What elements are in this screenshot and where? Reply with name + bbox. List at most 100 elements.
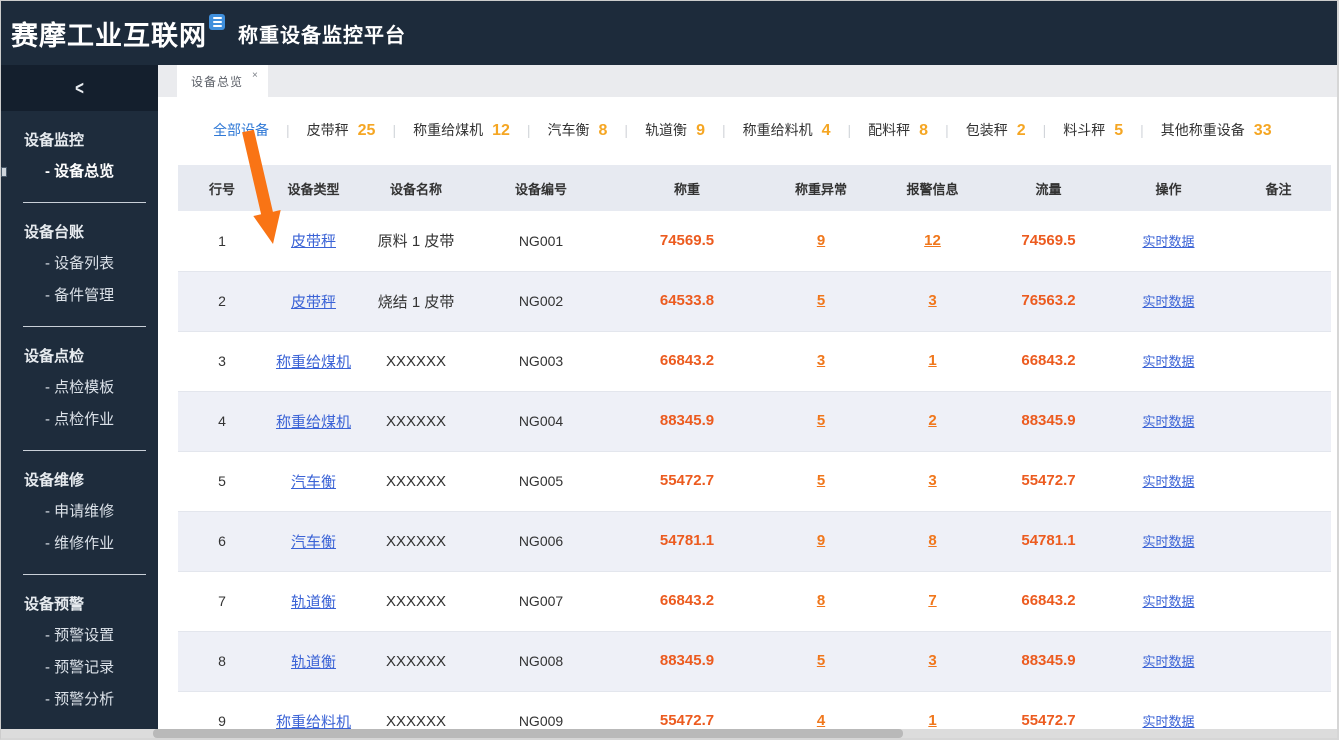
filter-category[interactable]: 其他称重设备 33 bbox=[1161, 120, 1272, 140]
abnormal-count-link[interactable]: 5 bbox=[817, 292, 825, 309]
abnormal-count-link[interactable]: 5 bbox=[817, 652, 825, 669]
flow-value: 74569.5 bbox=[1021, 231, 1076, 249]
realtime-data-link[interactable]: 实时数据 bbox=[1142, 474, 1194, 489]
sidebar-collapse-button[interactable]: < bbox=[1, 65, 158, 111]
abnormal-count-link[interactable]: 9 bbox=[817, 532, 825, 549]
sidebar-item[interactable]: - 点检模板 bbox=[1, 372, 158, 404]
filter-category[interactable]: 配料秤 8 bbox=[868, 120, 928, 140]
sidebar-section: 设备点检 - 点检模板 - 点检作业 bbox=[1, 327, 158, 444]
cell-device-name: 烧结 1 皮带 bbox=[361, 271, 471, 332]
abnormal-count-link[interactable]: 3 bbox=[817, 352, 825, 369]
sidebar-item[interactable]: - 预警设置 bbox=[1, 620, 158, 652]
weight-value: 66843.2 bbox=[659, 592, 715, 609]
filter-category[interactable]: 皮带秤 25 bbox=[307, 120, 376, 140]
sidebar-section-title[interactable]: 设备监控 bbox=[1, 126, 158, 156]
filter-category[interactable]: 称重给煤机 12 bbox=[413, 120, 510, 140]
device-type-link[interactable]: 称重给煤机 bbox=[276, 354, 351, 371]
abnormal-count-link[interactable]: 8 bbox=[817, 592, 825, 609]
sidebar-item[interactable]: - 预警分析 bbox=[1, 684, 158, 716]
filter-category-count: 12 bbox=[492, 122, 510, 139]
alarm-count-link[interactable]: 3 bbox=[928, 472, 936, 489]
sidebar-section-title[interactable]: 设备预警 bbox=[1, 590, 158, 620]
realtime-data-link[interactable]: 实时数据 bbox=[1142, 354, 1194, 369]
filter-category-label: 料斗秤 bbox=[1063, 122, 1106, 138]
realtime-data-link[interactable]: 实时数据 bbox=[1142, 594, 1194, 609]
brand-title: 赛摩工业互联网 bbox=[11, 20, 207, 51]
filter-category-count: 33 bbox=[1253, 122, 1272, 139]
cell-weight: 74569.5 bbox=[611, 211, 763, 272]
abnormal-count-link[interactable]: 9 bbox=[817, 232, 825, 249]
filter-category[interactable]: 轨道衡 9 bbox=[645, 120, 705, 140]
realtime-data-link[interactable]: 实时数据 bbox=[1142, 294, 1194, 309]
filter-category-count: 5 bbox=[1114, 122, 1124, 139]
sidebar-item[interactable]: - 预警记录 bbox=[1, 652, 158, 684]
filter-category-label: 汽车衡 bbox=[547, 122, 590, 138]
filter-separator: | bbox=[286, 122, 290, 138]
alarm-count-link[interactable]: 12 bbox=[924, 232, 941, 249]
cell-device-code: NG002 bbox=[471, 271, 611, 332]
horizontal-scrollbar-track[interactable] bbox=[1, 729, 1337, 738]
filter-category-label: 配料秤 bbox=[868, 122, 911, 138]
filter-category[interactable]: 汽车衡 8 bbox=[548, 120, 608, 140]
column-header: 设备名称 bbox=[361, 165, 471, 211]
active-item-marker bbox=[1, 167, 7, 177]
chevron-left-icon: < bbox=[75, 76, 84, 100]
tab-device-overview[interactable]: 设备总览 × bbox=[177, 65, 268, 97]
cell-remark bbox=[1226, 271, 1331, 332]
alarm-count-link[interactable]: 2 bbox=[928, 412, 936, 429]
device-type-link[interactable]: 皮带秤 bbox=[291, 233, 336, 250]
cell-action: 实时数据 bbox=[1111, 331, 1226, 392]
device-type-link[interactable]: 称重给煤机 bbox=[276, 414, 351, 431]
device-type-link[interactable]: 皮带秤 bbox=[291, 294, 336, 311]
flow-value: 55472.7 bbox=[1021, 712, 1076, 729]
sidebar-item[interactable]: - 设备总览 bbox=[1, 156, 158, 188]
realtime-data-link[interactable]: 实时数据 bbox=[1142, 414, 1194, 429]
filter-category[interactable]: 称重给料机 4 bbox=[743, 120, 831, 140]
realtime-data-link[interactable]: 实时数据 bbox=[1142, 234, 1194, 249]
device-type-link[interactable]: 称重给料机 bbox=[276, 714, 351, 731]
device-type-link[interactable]: 轨道衡 bbox=[291, 654, 336, 671]
sidebar-section-title[interactable]: 设备台账 bbox=[1, 218, 158, 248]
filter-all-devices[interactable]: 全部设备 bbox=[213, 120, 269, 140]
abnormal-count-link[interactable]: 5 bbox=[817, 412, 825, 429]
tab-label: 设备总览 bbox=[191, 74, 244, 89]
alarm-count-link[interactable]: 1 bbox=[928, 352, 936, 369]
sidebar-section-title[interactable]: 设备点检 bbox=[1, 342, 158, 372]
realtime-data-link[interactable]: 实时数据 bbox=[1142, 714, 1194, 729]
device-type-link[interactable]: 汽车衡 bbox=[291, 534, 336, 551]
sidebar-section-title[interactable]: 设备维修 bbox=[1, 466, 158, 496]
sidebar-section: 设备预警 - 预警设置 - 预警记录 - 预警分析 bbox=[1, 575, 158, 724]
cell-row-number: 2 bbox=[178, 271, 266, 332]
filter-category-label: 称重给煤机 bbox=[413, 122, 484, 138]
close-icon[interactable]: × bbox=[252, 70, 258, 81]
sidebar-item[interactable]: - 点检作业 bbox=[1, 404, 158, 436]
realtime-data-link[interactable]: 实时数据 bbox=[1142, 534, 1194, 549]
abnormal-count-link[interactable]: 4 bbox=[817, 712, 825, 729]
filter-separator: | bbox=[526, 122, 531, 138]
sidebar-item[interactable]: - 备件管理 bbox=[1, 280, 158, 312]
realtime-data-link[interactable]: 实时数据 bbox=[1142, 654, 1194, 669]
app-window: 赛摩工业互联网 称重设备监控平台 < 设备监控 - 设备总览 设备台账 - 设备列表 -… bbox=[0, 0, 1339, 740]
filter-separator: | bbox=[847, 122, 852, 138]
sidebar-item[interactable]: - 设备列表 bbox=[1, 248, 158, 280]
horizontal-scrollbar-thumb[interactable] bbox=[153, 729, 903, 738]
abnormal-count-link[interactable]: 5 bbox=[817, 472, 825, 489]
cell-device-code: NG004 bbox=[471, 391, 611, 452]
alarm-count-link[interactable]: 1 bbox=[928, 712, 936, 729]
alarm-count-link[interactable]: 8 bbox=[928, 532, 936, 549]
device-type-link[interactable]: 轨道衡 bbox=[291, 594, 336, 611]
filter-category[interactable]: 包装秤 2 bbox=[966, 120, 1026, 140]
device-type-link[interactable]: 汽车衡 bbox=[291, 474, 336, 491]
cell-remark bbox=[1226, 331, 1331, 392]
flow-value: 76563.2 bbox=[1021, 292, 1076, 309]
cell-alarm-info: 7 bbox=[879, 571, 986, 632]
sidebar-item[interactable]: - 申请维修 bbox=[1, 496, 158, 528]
table-body: 1 皮带秤 原料 1 皮带 NG001 74569.5 9 12 74569.5 实时数据 2 皮带… bbox=[178, 211, 1331, 738]
alarm-count-link[interactable]: 3 bbox=[928, 652, 936, 669]
filter-category[interactable]: 料斗秤 5 bbox=[1063, 120, 1123, 140]
cell-flow: 55472.7 bbox=[986, 451, 1111, 512]
alarm-count-link[interactable]: 3 bbox=[928, 292, 936, 309]
hamburger-menu-icon[interactable] bbox=[209, 14, 225, 30]
alarm-count-link[interactable]: 7 bbox=[928, 592, 936, 609]
sidebar-item[interactable]: - 维修作业 bbox=[1, 528, 158, 560]
